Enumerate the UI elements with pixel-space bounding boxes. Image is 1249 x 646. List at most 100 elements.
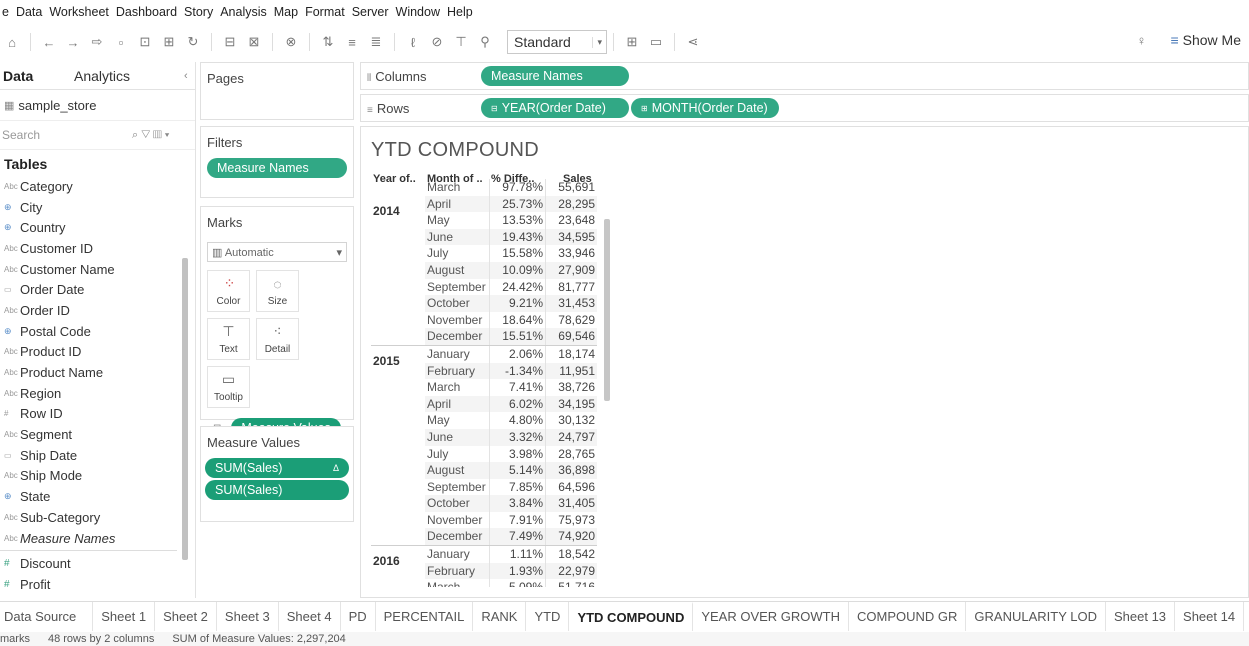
measure-pill-sum-sales-1[interactable]: SUM(Sales) Δ	[205, 458, 349, 478]
table-row[interactable]: October 9.21% 31,453	[371, 295, 615, 312]
scrollbar[interactable]	[182, 258, 188, 560]
pin-icon[interactable]: ⚲	[476, 34, 494, 50]
field-item[interactable]: Abc Customer Name	[0, 259, 195, 280]
field-item[interactable]: Abc Region	[0, 383, 195, 404]
highlight-icon[interactable]: ℓ	[404, 35, 422, 50]
table-row[interactable]: February -1.34% 11,951	[371, 362, 615, 380]
field-item[interactable]: # Row ID	[0, 404, 195, 425]
marks-type-select[interactable]: ▥ Automatic ▾	[207, 242, 347, 262]
replay-icon[interactable]: ⇨	[88, 34, 106, 50]
field-item[interactable]: ⊕ Postal Code	[0, 321, 195, 342]
rows-shelf[interactable]: ≡ Rows ⊟ YEAR(Order Date) ⊞ MONTH(Order Dat…	[360, 94, 1249, 122]
new-worksheet-icon[interactable]: ⊞	[160, 34, 178, 50]
sheet-tab[interactable]: RANK	[473, 602, 527, 631]
search-tools-icons[interactable]: ⌕▽▥▾	[132, 129, 172, 142]
clear-sheet-icon[interactable]: ⊗	[282, 34, 300, 50]
field-item[interactable]: Abc Order ID	[0, 300, 195, 321]
menu-server[interactable]: Server	[352, 5, 389, 19]
sheet-tab[interactable]: PERCENTAIL	[376, 602, 474, 631]
table-row[interactable]: 2014 April 25.73% 28,295	[371, 195, 615, 218]
color-button[interactable]: ⁘ Color	[207, 270, 250, 312]
field-item[interactable]: ⊕ State	[0, 486, 195, 507]
show-cards-icon[interactable]: ⊞	[623, 34, 641, 50]
run-update-icon[interactable]: ⊠	[245, 34, 263, 50]
redo-icon[interactable]: →	[64, 35, 82, 50]
field-item[interactable]: Abc Ship Mode	[0, 466, 195, 487]
sort-asc-icon[interactable]: ≡	[343, 35, 361, 50]
table-row[interactable]: December 7.49% 74,920	[371, 528, 615, 546]
menu-map[interactable]: Map	[274, 5, 298, 19]
table-row[interactable]: September 7.85% 64,596	[371, 478, 615, 496]
table-row[interactable]: October 3.84% 31,405	[371, 495, 615, 512]
measure-pill-sum-sales-2[interactable]: SUM(Sales)	[205, 480, 349, 500]
field-item[interactable]: Abc Segment	[0, 424, 195, 445]
field-item[interactable]: ▭ Ship Date	[0, 445, 195, 466]
table-row[interactable]: August 5.14% 36,898	[371, 462, 615, 479]
size-button[interactable]: ◌ Size	[256, 270, 299, 312]
menu-dashboard[interactable]: Dashboard	[116, 5, 177, 19]
tab-data-source[interactable]: Data Source	[0, 602, 94, 631]
pause-updates-icon[interactable]: ⊟	[221, 34, 239, 50]
pages-card[interactable]: Pages	[200, 62, 354, 120]
labels-icon[interactable]: ⊤	[452, 34, 470, 50]
table-row[interactable]: May 4.80% 30,132	[371, 412, 615, 429]
table-row[interactable]: September 24.42% 81,777	[371, 278, 615, 296]
columns-pill-measure-names[interactable]: Measure Names	[481, 66, 629, 86]
sheet-tab[interactable]: PD	[341, 602, 376, 631]
menu-help[interactable]: Help	[447, 5, 473, 19]
sheet-tab[interactable]: GRANULARITY LOD	[966, 602, 1106, 631]
sort-desc-icon[interactable]: ≣	[367, 34, 385, 50]
field-item[interactable]: ⊕ Country	[0, 217, 195, 238]
detail-button[interactable]: ⁖ Detail	[256, 318, 299, 360]
table-row[interactable]: June 3.32% 24,797	[371, 428, 615, 446]
tab-analytics[interactable]: Analytics	[74, 68, 184, 84]
datasource-item[interactable]: ▦ sample_store	[0, 90, 195, 120]
sheet-tab[interactable]: YTD COMPOUND	[569, 602, 694, 631]
lightbulb-icon[interactable]: ♀	[1132, 33, 1150, 48]
field-item[interactable]: ⊕ City	[0, 197, 195, 218]
group-icon[interactable]: ⊘	[428, 34, 446, 50]
table-row[interactable]: 2016 January 1.11% 18,542	[371, 546, 615, 568]
field-item[interactable]: Abc Category	[0, 176, 195, 197]
rows-pill-month[interactable]: ⊞ MONTH(Order Date)	[631, 98, 779, 118]
table-row[interactable]: August 10.09% 27,909	[371, 261, 615, 279]
tab-data[interactable]: Data	[0, 68, 74, 84]
undo-icon[interactable]: ←	[40, 35, 58, 50]
table-row[interactable]: November 18.64% 78,629	[371, 311, 615, 329]
menu-story[interactable]: Story	[184, 5, 213, 19]
field-item[interactable]: Abc Product ID	[0, 342, 195, 363]
table-row[interactable]: December 15.51% 69,546	[371, 328, 615, 345]
text-button[interactable]: ⊤ Text	[207, 318, 250, 360]
tooltip-button[interactable]: ▭ Tooltip	[207, 366, 250, 408]
swap-icon[interactable]: ⇅	[319, 34, 337, 50]
field-item[interactable]: # Profit	[0, 574, 195, 595]
table-row[interactable]: July 15.58% 33,946	[371, 245, 615, 262]
field-item[interactable]: Abc Measure Names	[0, 528, 195, 549]
menu-data[interactable]: Data	[16, 5, 42, 19]
filter-pill-measure-names[interactable]: Measure Names	[207, 158, 347, 178]
table-row[interactable]: February 1.93% 22,979	[371, 562, 615, 580]
table-row[interactable]: March 5.09%51,716	[371, 579, 615, 587]
menu-format[interactable]: Format	[305, 5, 345, 19]
table-row[interactable]: April 6.02% 34,195	[371, 395, 615, 413]
presentation-icon[interactable]: ▭	[647, 34, 665, 50]
sheet-tab[interactable]: Sheet 4	[279, 602, 341, 631]
save-icon[interactable]: ▫	[112, 35, 130, 50]
field-item[interactable]: Abc Sub-Category	[0, 507, 195, 528]
scrollbar[interactable]	[604, 219, 610, 401]
menu-analysis[interactable]: Analysis	[220, 5, 267, 19]
sheet-tab[interactable]: Sheet 13	[1106, 602, 1176, 631]
sheet-tab[interactable]: Sheet 14	[1175, 602, 1245, 631]
field-item[interactable]: Abc Product Name	[0, 362, 195, 383]
table-row[interactable]: May 13.53% 23,648	[371, 212, 615, 229]
sheet-tab[interactable]: Sheet 3	[217, 602, 279, 631]
new-datasource-icon[interactable]: ⊡	[136, 34, 154, 50]
menu-worksheet[interactable]: Worksheet	[49, 5, 109, 19]
table-row[interactable]: June 19.43% 34,595	[371, 228, 615, 246]
menu-file[interactable]: e	[2, 5, 9, 19]
sheet-tab[interactable]: Sheet 2	[155, 602, 217, 631]
table-row[interactable]: July 3.98% 28,765	[371, 445, 615, 463]
field-item[interactable]: ▭ Order Date	[0, 279, 195, 300]
sheet-tab[interactable]: COMPOUND GR	[849, 602, 967, 631]
table-row[interactable]: March 7.41% 38,726	[371, 379, 615, 396]
